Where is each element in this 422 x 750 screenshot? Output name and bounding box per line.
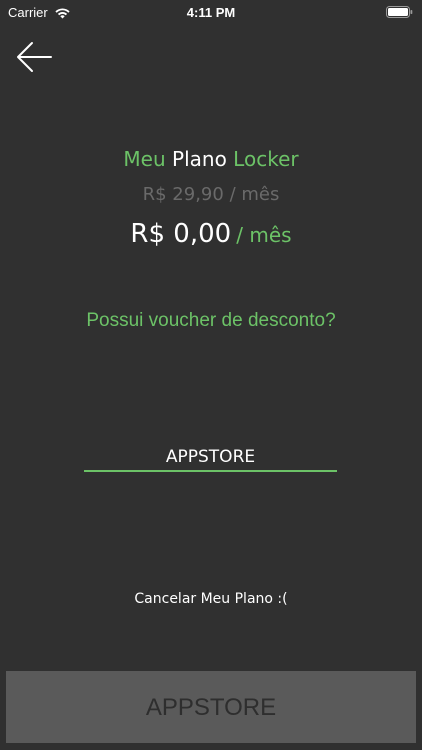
- old-price: R$ 29,90 / mês: [0, 183, 422, 207]
- new-price-amount: R$ 0,00: [130, 219, 232, 249]
- battery-icon: [386, 6, 413, 18]
- arrow-left-icon: [17, 42, 52, 72]
- plan-title-word-meu: Meu: [123, 147, 166, 171]
- old-price-period: / mês: [229, 184, 280, 205]
- plan-title: Meu Plano Locker: [0, 146, 422, 172]
- new-price-period: / mês: [236, 223, 292, 247]
- appstore-button[interactable]: APPSTORE: [6, 671, 416, 743]
- status-time: 4:11 PM: [186, 5, 236, 20]
- plan-title-word-plano: Plano: [172, 147, 227, 171]
- voucher-input[interactable]: [84, 444, 337, 472]
- back-button[interactable]: [14, 40, 54, 74]
- status-bar: Carrier 4:11 PM: [0, 0, 422, 24]
- cancel-plan-link[interactable]: Cancelar Meu Plano :(: [0, 588, 422, 610]
- voucher-question-link[interactable]: Possui voucher de desconto?: [0, 308, 422, 334]
- old-price-amount: R$ 29,90: [142, 184, 224, 205]
- plan-title-word-locker: Locker: [233, 147, 299, 171]
- new-price: R$ 0,00 / mês: [0, 217, 422, 254]
